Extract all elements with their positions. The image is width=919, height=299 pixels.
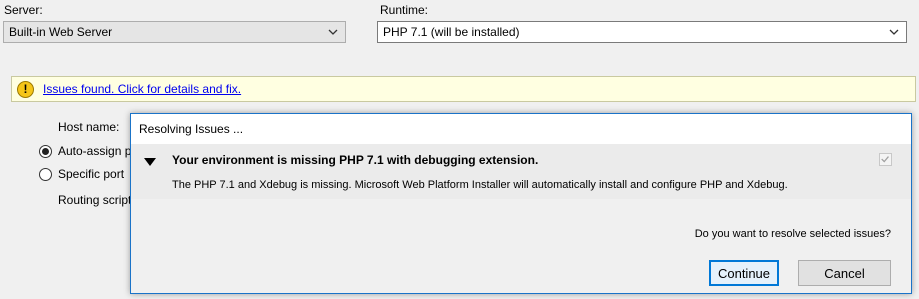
issues-link[interactable]: Issues found. Click for details and fix.: [43, 82, 241, 96]
specific-port-label: Specific port: [58, 167, 125, 181]
cancel-button[interactable]: Cancel: [798, 260, 891, 286]
server-label: Server:: [4, 3, 43, 17]
resolving-issues-dialog: Resolving Issues ... Your environment is…: [130, 113, 912, 294]
issue-checkbox[interactable]: [879, 153, 892, 166]
runtime-select[interactable]: PHP 7.1 (will be installed): [377, 21, 907, 43]
issue-row[interactable]: Your environment is missing PHP 7.1 with…: [131, 144, 911, 199]
resolve-question: Do you want to resolve selected issues?: [694, 228, 891, 240]
chevron-down-icon: [889, 29, 899, 35]
issue-title: Your environment is missing PHP 7.1 with…: [172, 153, 539, 167]
continue-button[interactable]: Continue: [709, 260, 779, 286]
collapse-triangle-icon[interactable]: [144, 158, 156, 166]
issues-bar[interactable]: ! Issues found. Click for details and fi…: [11, 76, 916, 102]
auto-assign-radio[interactable]: [39, 145, 52, 158]
server-select-value: Built-in Web Server: [9, 25, 113, 39]
checkmark-icon: [881, 156, 889, 163]
specific-port-radio[interactable]: [39, 168, 52, 181]
runtime-label: Runtime:: [380, 3, 429, 17]
host-name-label: Host name:: [58, 120, 120, 134]
server-select[interactable]: Built-in Web Server: [3, 21, 346, 43]
auto-assign-label: Auto-assign p: [58, 144, 132, 158]
dialog-title: Resolving Issues ...: [131, 114, 911, 144]
warning-icon: !: [17, 80, 34, 98]
routing-script-label: Routing script: [58, 193, 132, 207]
radio-selected-dot: [42, 148, 49, 155]
chevron-down-icon: [328, 29, 338, 35]
issue-description: The PHP 7.1 and Xdebug is missing. Micro…: [172, 179, 788, 191]
runtime-select-value: PHP 7.1 (will be installed): [383, 25, 520, 39]
